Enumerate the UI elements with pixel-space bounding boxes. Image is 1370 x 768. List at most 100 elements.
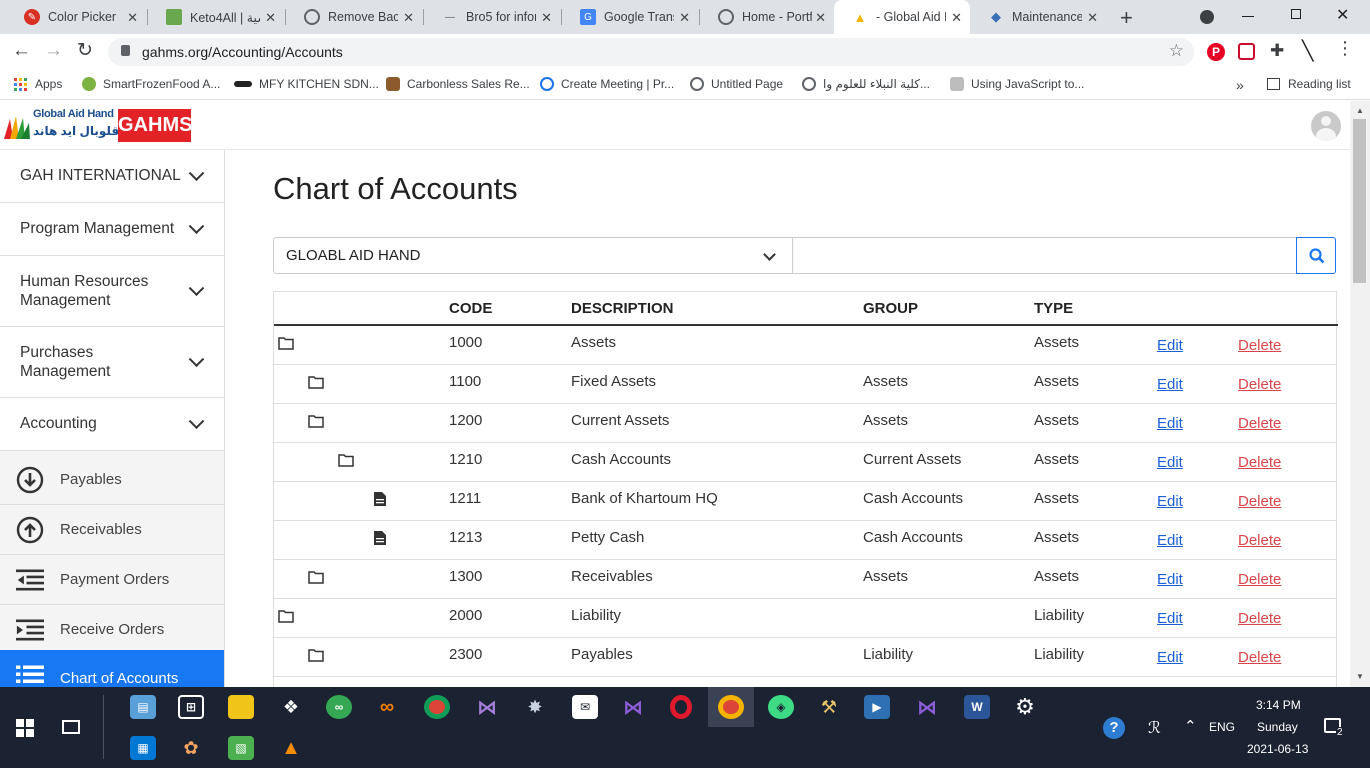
- forward-arrow-icon[interactable]: →: [44, 40, 63, 62]
- infinity-app-icon[interactable]: ∞: [374, 695, 400, 719]
- visual-studio-2-icon[interactable]: ⋈: [620, 695, 646, 719]
- edit-link[interactable]: Edit: [1157, 649, 1183, 666]
- folder-icon[interactable]: [308, 375, 324, 389]
- pinterest-extension-icon[interactable]: P: [1207, 43, 1225, 61]
- gah-logo[interactable]: Global Aid Hand قلوبال ايد هاند GAHMS: [0, 107, 192, 145]
- word-icon[interactable]: W: [964, 695, 990, 719]
- people-icon[interactable]: ℛ: [1148, 718, 1161, 738]
- bookmark-mfy-kitchen[interactable]: MFY KITCHEN SDN...: [234, 77, 379, 91]
- chrome-icon[interactable]: [424, 695, 450, 719]
- visual-studio-icon[interactable]: ⋈: [474, 695, 500, 719]
- edit-link[interactable]: Edit: [1157, 454, 1183, 471]
- edit-link[interactable]: Edit: [1157, 532, 1183, 549]
- scroll-up-arrow-icon[interactable]: ▲: [1356, 106, 1364, 115]
- delete-link[interactable]: Delete: [1238, 493, 1281, 510]
- edit-link[interactable]: Edit: [1157, 493, 1183, 510]
- mail-icon[interactable]: ✉: [572, 695, 598, 719]
- minimize-window-icon[interactable]: [1242, 16, 1254, 17]
- edit-link[interactable]: Edit: [1157, 376, 1183, 393]
- bookmark-smartfrozenfood[interactable]: SmartFrozenFood A...: [82, 77, 220, 91]
- address-bar[interactable]: gahms.org/Accounting/Accounts ☆: [108, 38, 1194, 66]
- sidebar-item-receivables[interactable]: Receivables: [0, 505, 224, 555]
- folder-icon[interactable]: [308, 414, 324, 428]
- file-icon[interactable]: [374, 531, 386, 545]
- edit-link[interactable]: Edit: [1157, 610, 1183, 627]
- android-studio-icon[interactable]: ◈: [768, 695, 794, 719]
- folder-icon[interactable]: [278, 336, 294, 350]
- search-input[interactable]: [792, 237, 1297, 274]
- column-header-type[interactable]: TYPE: [1034, 300, 1073, 317]
- spreadsheet-app-icon[interactable]: ▧: [228, 736, 254, 760]
- column-header-description[interactable]: DESCRIPTION: [571, 300, 674, 317]
- browser-tab-1[interactable]: ✎ Color Picker ✕: [6, 0, 146, 34]
- microsoft-store-icon[interactable]: ⊞: [178, 695, 204, 719]
- bookmarks-overflow-chevron[interactable]: »: [1236, 77, 1244, 93]
- file-explorer-icon[interactable]: [228, 695, 254, 719]
- browser-tab-3[interactable]: Remove Background ✕: [286, 0, 422, 34]
- close-tab-icon[interactable]: ✕: [1087, 10, 1098, 26]
- back-arrow-icon[interactable]: ←: [12, 40, 31, 62]
- vlc-icon[interactable]: ▲: [278, 736, 304, 760]
- close-tab-icon[interactable]: ✕: [541, 10, 552, 26]
- sidebar-item-receive-orders[interactable]: Receive Orders: [0, 605, 224, 655]
- restore-window-icon[interactable]: [1291, 9, 1301, 19]
- delete-link[interactable]: Delete: [1238, 532, 1281, 549]
- paint-app-icon[interactable]: ✿: [178, 736, 204, 760]
- folder-icon[interactable]: [308, 570, 324, 584]
- delete-link[interactable]: Delete: [1238, 337, 1281, 354]
- bookmark-arabic-college[interactable]: كلية النبلاء للعلوم وا...: [802, 77, 930, 91]
- bookmark-untitled-page[interactable]: Untitled Page: [690, 77, 783, 91]
- photos-app-icon[interactable]: ▦: [130, 736, 156, 760]
- bookmark-star-icon[interactable]: ☆: [1169, 41, 1184, 61]
- new-tab-plus-icon[interactable]: +: [1120, 5, 1133, 31]
- bookmark-apps[interactable]: Apps: [14, 77, 62, 91]
- column-header-code[interactable]: CODE: [449, 300, 492, 317]
- network-app-icon[interactable]: ✸: [522, 695, 548, 719]
- reading-list-button[interactable]: Reading list: [1267, 77, 1351, 91]
- close-tab-icon[interactable]: ✕: [265, 10, 276, 26]
- delete-link[interactable]: Delete: [1238, 454, 1281, 471]
- edit-link[interactable]: Edit: [1157, 415, 1183, 432]
- media-player-icon[interactable]: ▶: [864, 695, 890, 719]
- delete-link[interactable]: Delete: [1238, 376, 1281, 393]
- clock-day[interactable]: Sunday: [1257, 720, 1298, 734]
- company-select[interactable]: GLOABL AID HAND: [273, 237, 793, 274]
- bookmark-using-javascript[interactable]: Using JavaScript to...: [950, 77, 1084, 91]
- folder-icon[interactable]: [308, 648, 324, 662]
- sidebar-group-human-resources[interactable]: Human Resources Management: [0, 256, 224, 327]
- notepad-app-icon[interactable]: ▤: [130, 695, 156, 719]
- edit-link[interactable]: Edit: [1157, 571, 1183, 588]
- task-view-icon[interactable]: [62, 720, 80, 734]
- user-avatar[interactable]: [1311, 111, 1341, 141]
- close-tab-icon[interactable]: ✕: [815, 10, 826, 26]
- delete-link[interactable]: Delete: [1238, 571, 1281, 588]
- sidebar-item-chart-of-accounts[interactable]: Chart of Accounts: [0, 650, 224, 687]
- sidebar-item-payables[interactable]: Payables: [0, 455, 224, 505]
- delete-link[interactable]: Delete: [1238, 610, 1281, 627]
- edit-link[interactable]: Edit: [1157, 337, 1183, 354]
- bookmark-create-meeting[interactable]: Create Meeting | Pr...: [540, 77, 674, 91]
- opera-icon[interactable]: [670, 695, 692, 719]
- folder-icon[interactable]: [278, 609, 294, 623]
- dropbox-icon[interactable]: ❖: [278, 695, 304, 719]
- close-tab-icon[interactable]: ✕: [127, 10, 138, 26]
- browser-tab-2[interactable]: Keto4All | سية ✕: [148, 0, 284, 34]
- tripadvisor-icon[interactable]: ∞: [326, 695, 352, 719]
- column-header-group[interactable]: GROUP: [863, 300, 918, 317]
- close-tab-icon[interactable]: ✕: [679, 10, 690, 26]
- sidebar-item-payment-orders[interactable]: Payment Orders: [0, 555, 224, 605]
- bookmark-carbonless[interactable]: Carbonless Sales Re...: [386, 77, 530, 91]
- slash-extension-icon[interactable]: ╲: [1302, 40, 1313, 63]
- help-icon[interactable]: ?: [1103, 717, 1125, 739]
- sidebar-group-program-management[interactable]: Program Management: [0, 203, 224, 256]
- close-tab-icon[interactable]: ✕: [951, 10, 962, 26]
- sidebar-group-accounting[interactable]: Accounting: [0, 398, 224, 451]
- tab-search-icon[interactable]: [1200, 10, 1214, 24]
- close-window-icon[interactable]: ✕: [1336, 5, 1349, 25]
- page-scrollbar[interactable]: ▲ ▼: [1350, 101, 1370, 687]
- reload-icon[interactable]: ↻: [77, 39, 93, 62]
- delete-link[interactable]: Delete: [1238, 415, 1281, 432]
- sidebar-group-gah-international[interactable]: GAH INTERNATIONAL: [0, 150, 224, 203]
- extensions-puzzle-icon[interactable]: ✚: [1270, 41, 1284, 61]
- close-tab-icon[interactable]: ✕: [403, 10, 414, 26]
